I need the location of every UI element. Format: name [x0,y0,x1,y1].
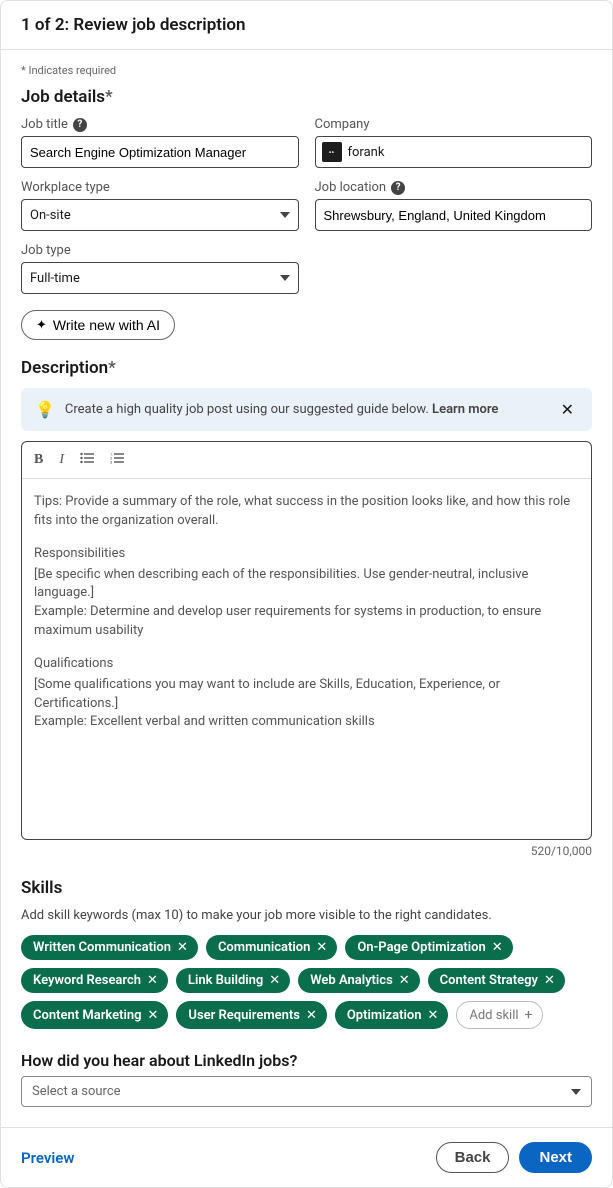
chevron-down-icon [280,212,290,218]
skill-chip[interactable]: Content Strategy✕ [428,968,565,993]
modal-footer: Preview Back Next [1,1127,612,1187]
job-type-label: Job type [21,243,299,258]
skill-chip[interactable]: Communication✕ [206,935,337,960]
required-indicator-note: * Indicates required [21,64,592,77]
help-icon[interactable]: ? [391,181,405,195]
skill-chip[interactable]: On-Page Optimization✕ [345,935,512,960]
source-select[interactable]: Select a source [21,1076,592,1107]
job-type-select[interactable]: Full-time [21,262,299,294]
skill-chip[interactable]: Keyword Research✕ [21,968,168,993]
remove-icon[interactable]: ✕ [492,940,503,955]
lightbulb-icon: 💡 [35,400,55,419]
source-heading: How did you hear about LinkedIn jobs? [21,1051,592,1070]
italic-button[interactable]: I [59,452,64,468]
remove-icon[interactable]: ✕ [177,940,188,955]
skills-help-text: Add skill keywords (max 10) to make your… [21,908,592,923]
skill-chip[interactable]: Optimization✕ [335,1001,449,1029]
modal-header: 1 of 2: Review job description [1,1,612,50]
banner-text: Create a high quality job post using our… [65,402,547,417]
skill-chip[interactable]: Content Marketing✕ [21,1001,168,1029]
company-label: Company [315,117,593,132]
skills-chip-container: Written Communication✕ Communication✕ On… [21,935,592,1029]
company-name: forank [348,145,385,160]
skill-chip[interactable]: Written Communication✕ [21,935,198,960]
learn-more-link[interactable]: Learn more [432,402,498,417]
remove-icon[interactable]: ✕ [544,973,555,988]
skill-chip[interactable]: User Requirements✕ [176,1001,326,1029]
job-location-input[interactable] [315,199,593,231]
numbered-list-button[interactable]: 123 [110,452,124,468]
guide-banner: 💡 Create a high quality job post using o… [21,388,592,431]
skills-heading: Skills [21,878,592,898]
description-heading: Description* [21,358,592,378]
remove-icon[interactable]: ✕ [269,973,280,988]
job-location-label: Job location ? [315,180,593,195]
plus-icon: + [525,1007,533,1023]
add-skill-button[interactable]: Add skill+ [456,1001,543,1029]
remove-icon[interactable]: ✕ [306,1008,317,1023]
remove-icon[interactable]: ✕ [427,1008,438,1023]
description-editor[interactable]: B I 123 Tips: Provide a summary of the r… [21,441,592,840]
remove-icon[interactable]: ✕ [399,973,410,988]
job-title-input[interactable] [21,136,299,168]
help-icon[interactable]: ? [73,118,87,132]
job-title-label: Job title ? [21,117,299,132]
skill-chip[interactable]: Link Building✕ [176,968,290,993]
skill-chip[interactable]: Web Analytics✕ [298,968,419,993]
chevron-down-icon [571,1089,581,1095]
bullet-list-button[interactable] [80,452,94,468]
svg-text:3: 3 [110,460,112,465]
company-logo-icon: •• [322,142,342,162]
company-input[interactable]: •• forank [315,136,593,168]
job-details-heading: Job details* [21,87,592,107]
remove-icon[interactable]: ✕ [148,1008,159,1023]
bold-button[interactable]: B [34,452,43,468]
sparkle-icon: ✦ [36,317,47,333]
step-title: 1 of 2: Review job description [21,15,592,35]
next-button[interactable]: Next [519,1142,592,1173]
workplace-type-select[interactable]: On-site [21,199,299,231]
remove-icon[interactable]: ✕ [147,973,158,988]
character-count: 520/10,000 [21,844,592,858]
chevron-down-icon [280,275,290,281]
workplace-type-label: Workplace type [21,180,299,195]
editor-textarea[interactable]: Tips: Provide a summary of the role, wha… [22,479,591,839]
remove-icon[interactable]: ✕ [316,940,327,955]
close-icon[interactable]: ✕ [557,400,578,419]
editor-toolbar: B I 123 [22,442,591,479]
write-with-ai-button[interactable]: ✦ Write new with AI [21,310,175,340]
back-button[interactable]: Back [436,1142,510,1173]
preview-link[interactable]: Preview [21,1149,74,1167]
